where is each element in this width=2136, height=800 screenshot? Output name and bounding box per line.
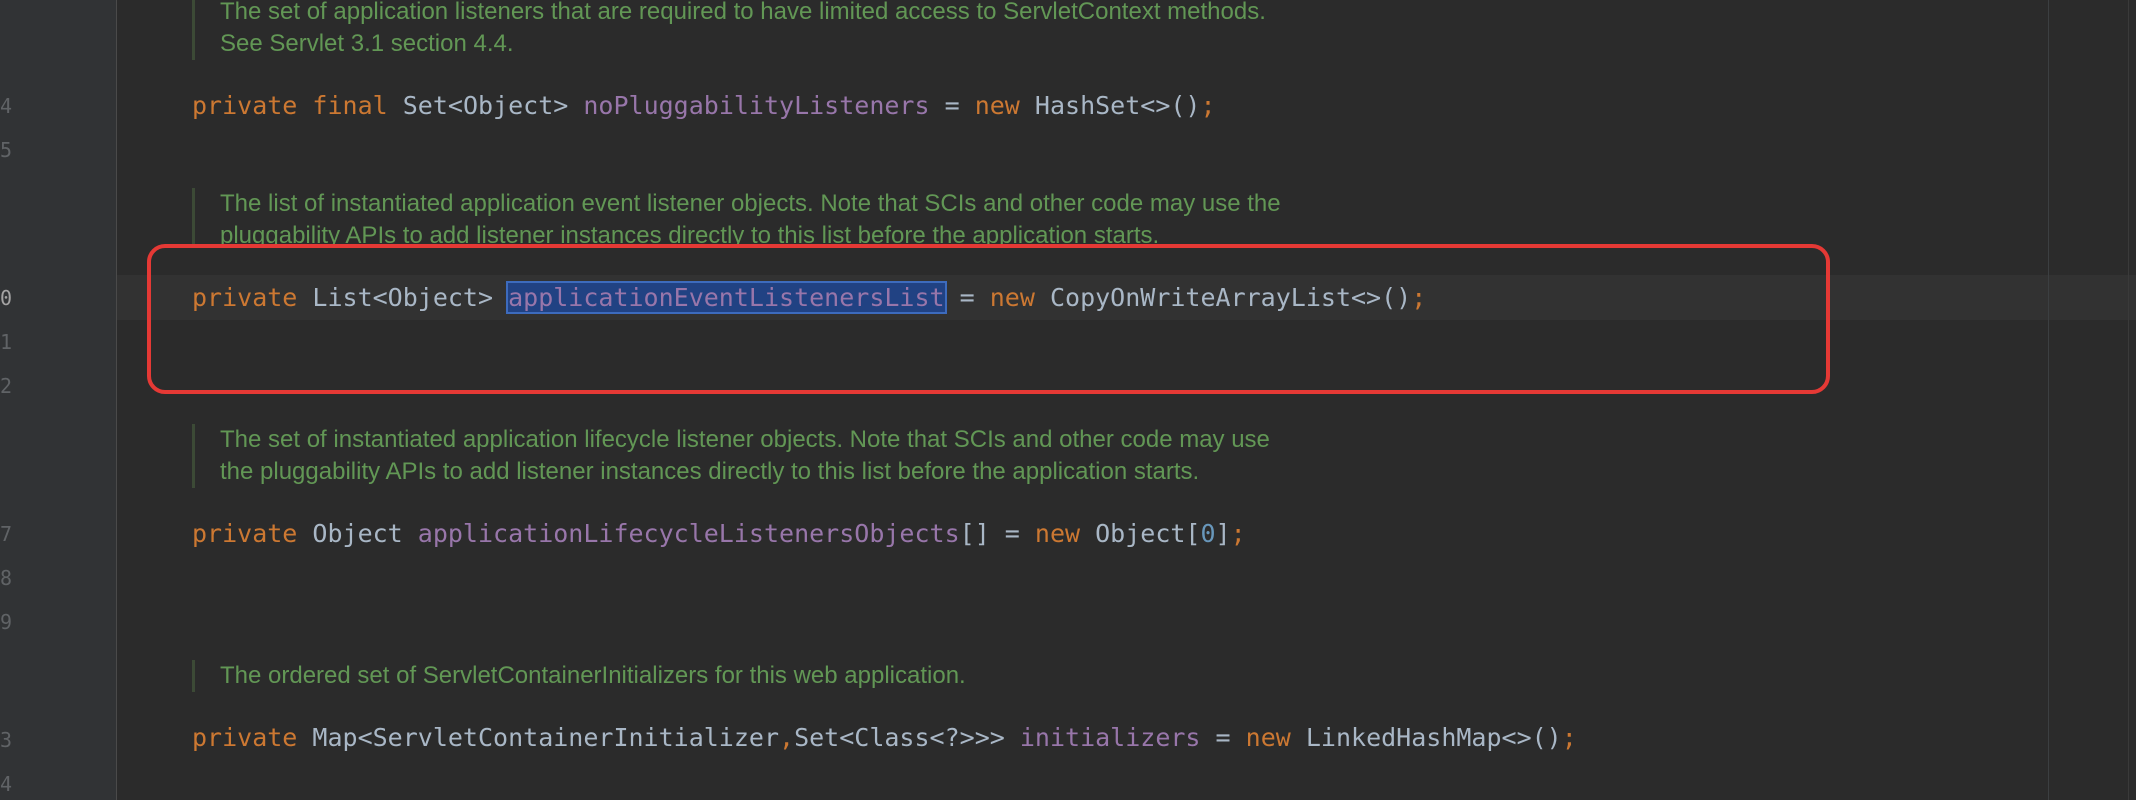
type-name: List<Object> bbox=[312, 283, 509, 312]
keyword: private bbox=[192, 723, 313, 752]
keyword: new bbox=[1245, 723, 1306, 752]
code-editor[interactable]: 4 5 0 1 2 7 8 9 3 4 The set of applicati… bbox=[0, 0, 2136, 800]
selected-field-name[interactable]: applicationEventListenersList bbox=[506, 281, 947, 314]
number-literal: 0 bbox=[1200, 519, 1216, 548]
code-line-no-pluggability[interactable]: private final Set<Object> noPluggability… bbox=[192, 89, 1216, 123]
type-name: Object bbox=[312, 519, 418, 548]
field-name[interactable]: applicationLifecycleListenersObjects bbox=[418, 519, 960, 548]
type-name: Map<ServletContainerInitializer bbox=[312, 723, 780, 752]
field-name[interactable]: initializers bbox=[1020, 723, 1201, 752]
scrollbar-track[interactable] bbox=[2128, 0, 2129, 800]
code-line-lifecycle-listeners[interactable]: private Object applicationLifecycleListe… bbox=[192, 517, 1246, 551]
code-line-initializers[interactable]: private Map<ServletContainerInitializer,… bbox=[192, 721, 1577, 755]
type-name: Set<Class<?>>> bbox=[794, 723, 1020, 752]
constructor-call: HashSet<>() bbox=[1034, 91, 1201, 120]
keyword: private bbox=[192, 91, 313, 120]
operator: = bbox=[929, 91, 975, 120]
line-number: 4 bbox=[0, 772, 13, 796]
type-name: Set<Object> bbox=[402, 91, 584, 120]
line-number: 2 bbox=[0, 374, 13, 398]
line-number-current: 0 bbox=[0, 286, 13, 310]
keyword: private bbox=[192, 283, 313, 312]
line-number: 3 bbox=[0, 728, 13, 752]
keyword: private bbox=[192, 519, 313, 548]
operator: = bbox=[944, 283, 990, 312]
doc-comment: The list of instantiated application eve… bbox=[192, 188, 1281, 244]
code-line-event-listeners[interactable]: private List<Object> applicationEventLis… bbox=[192, 281, 1426, 315]
operator: = bbox=[1200, 723, 1246, 752]
doc-comment-line: pluggability APIs to add listener instan… bbox=[220, 222, 1160, 244]
comma: , bbox=[779, 723, 795, 752]
keyword: final bbox=[312, 91, 403, 120]
line-number-gutter[interactable]: 4 5 0 1 2 7 8 9 3 4 bbox=[0, 0, 117, 800]
constructor-call: Object[ bbox=[1095, 519, 1201, 548]
line-number: 7 bbox=[0, 522, 13, 546]
doc-comment-line: The ordered set of ServletContainerIniti… bbox=[220, 662, 966, 689]
operator: [] = bbox=[959, 519, 1035, 548]
line-number: 1 bbox=[0, 330, 13, 354]
doc-comment: The set of application listeners that ar… bbox=[192, 0, 1266, 60]
semicolon: ; bbox=[1200, 91, 1216, 120]
doc-comment-line: The list of instantiated application eve… bbox=[220, 190, 1281, 217]
line-number: 9 bbox=[0, 610, 13, 634]
line-number: 8 bbox=[0, 566, 13, 590]
doc-comment: The ordered set of ServletContainerIniti… bbox=[192, 660, 966, 692]
doc-comment-line: the pluggability APIs to add listener in… bbox=[220, 458, 1200, 485]
doc-comment-line: See Servlet 3.1 section 4.4. bbox=[220, 30, 514, 57]
bracket: ] bbox=[1215, 519, 1231, 548]
keyword: new bbox=[1034, 519, 1096, 548]
right-margin-guide bbox=[2048, 0, 2049, 800]
semicolon: ; bbox=[1230, 519, 1246, 548]
field-name[interactable]: noPluggabilityListeners bbox=[583, 91, 929, 120]
doc-comment-line: The set of instantiated application life… bbox=[220, 426, 1270, 453]
keyword: new bbox=[974, 91, 1035, 120]
keyword: new bbox=[989, 283, 1050, 312]
constructor-call: LinkedHashMap<>() bbox=[1305, 723, 1562, 752]
line-number: 4 bbox=[0, 94, 13, 118]
doc-comment: The set of instantiated application life… bbox=[192, 424, 1270, 488]
doc-comment-line: The set of application listeners that ar… bbox=[220, 0, 1266, 25]
semicolon: ; bbox=[1411, 283, 1427, 312]
semicolon: ; bbox=[1561, 723, 1577, 752]
line-number: 5 bbox=[0, 138, 13, 162]
constructor-call: CopyOnWriteArrayList<>() bbox=[1049, 283, 1412, 312]
